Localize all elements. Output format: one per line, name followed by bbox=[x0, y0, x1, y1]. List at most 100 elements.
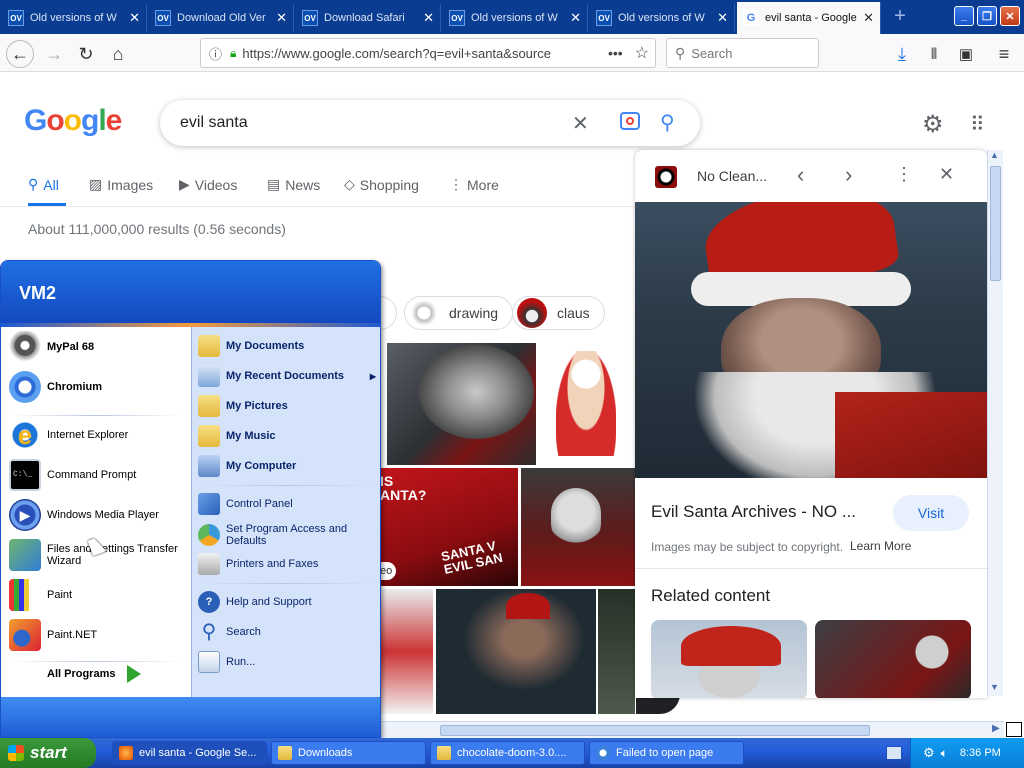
result-image-tile[interactable] bbox=[538, 343, 635, 465]
home-icon[interactable]: ⌂ bbox=[104, 40, 132, 68]
result-image-tile[interactable] bbox=[598, 589, 635, 714]
new-tab-plus-icon[interactable]: + bbox=[890, 6, 910, 28]
browser-tab[interactable]: OV Old versions of W ✕ bbox=[590, 4, 735, 32]
browser-tab-active[interactable]: G evil santa - Google ✕ bbox=[737, 2, 881, 34]
scroll-thumb[interactable] bbox=[440, 725, 870, 736]
learn-more-link[interactable]: Learn More bbox=[850, 539, 911, 553]
visit-button[interactable]: Visit bbox=[893, 495, 969, 531]
start-item-paint[interactable]: Paint bbox=[9, 579, 72, 611]
preview-image[interactable] bbox=[635, 202, 987, 478]
tab-more[interactable]: ⋮ More bbox=[449, 176, 499, 193]
network-icon[interactable]: ⚙ bbox=[923, 745, 935, 761]
tab-videos[interactable]: ▶ Videos bbox=[179, 176, 237, 193]
browser-tab[interactable]: OV Download Old Ver ✕ bbox=[149, 4, 294, 32]
tab-shopping[interactable]: ◇ Shopping bbox=[344, 176, 419, 193]
clear-search-icon[interactable]: ✕ bbox=[572, 111, 589, 136]
start-item-internet-explorer[interactable]: e Internet Explorer bbox=[9, 419, 128, 451]
scroll-up-icon[interactable]: ▲ bbox=[990, 150, 999, 160]
result-title[interactable]: Evil Santa Archives - NO ... bbox=[651, 502, 856, 522]
sidebar-icon[interactable]: ▣ bbox=[952, 40, 980, 68]
result-image-tile[interactable]: IS ANTA? SANTA V EVIL SAN eo bbox=[380, 468, 518, 586]
minimize-icon[interactable]: _ bbox=[954, 6, 974, 26]
start-item-help[interactable]: ? Help and Support bbox=[198, 591, 312, 613]
start-item-program-access[interactable]: Set Program Access and Defaults bbox=[198, 523, 376, 547]
browser-tab[interactable]: OV Old versions of W ✕ bbox=[2, 4, 147, 32]
result-image-tile[interactable] bbox=[521, 468, 635, 586]
maximize-icon[interactable]: ❐ bbox=[977, 6, 997, 26]
tab-images[interactable]: ▨ Images bbox=[89, 176, 153, 193]
address-bar[interactable]: ⓘ 🔒︎ https://www.google.com/search?q=evi… bbox=[200, 38, 656, 68]
close-tab-icon[interactable]: ✕ bbox=[276, 10, 287, 26]
start-item-mypal[interactable]: MyPal 68 bbox=[9, 331, 94, 363]
clock[interactable]: 8:36 PM bbox=[960, 747, 1001, 759]
taskbar-item-downloads[interactable]: Downloads bbox=[271, 741, 426, 765]
more-options-icon[interactable]: ⋮ bbox=[895, 164, 913, 185]
info-icon[interactable]: ⓘ bbox=[209, 44, 222, 63]
start-button[interactable]: start bbox=[0, 738, 96, 768]
related-chip-drawing[interactable]: drawing bbox=[404, 296, 514, 330]
close-tab-icon[interactable]: ✕ bbox=[863, 10, 874, 26]
result-image-tile[interactable] bbox=[436, 589, 596, 714]
reload-icon[interactable]: ↻ bbox=[72, 40, 100, 68]
previous-chevron-icon[interactable]: ‹ bbox=[797, 162, 804, 188]
scroll-down-icon[interactable]: ▼ bbox=[990, 682, 999, 692]
start-item-chromium[interactable]: Chromium bbox=[9, 371, 102, 403]
browser-search-field[interactable]: ⚲ Search bbox=[666, 38, 819, 68]
source-name[interactable]: No Clean... bbox=[697, 168, 767, 184]
download-icon[interactable]: ⤓ bbox=[888, 40, 916, 68]
settings-gear-icon[interactable]: ⚙ bbox=[922, 110, 944, 139]
menu-hamburger-icon[interactable]: ≡ bbox=[990, 40, 1018, 68]
google-logo[interactable]: Google bbox=[24, 104, 122, 138]
close-tab-icon[interactable]: ✕ bbox=[717, 10, 728, 26]
keyboard-icon[interactable] bbox=[886, 746, 902, 760]
url-text[interactable]: https://www.google.com/search?q=evil+san… bbox=[242, 46, 562, 61]
close-tab-icon[interactable]: ✕ bbox=[129, 10, 140, 26]
start-item-my-documents[interactable]: My Documents bbox=[198, 335, 304, 357]
window-close-icon[interactable]: ✕ bbox=[1000, 6, 1020, 26]
start-item-my-recent-documents[interactable]: My Recent Documents ▶ bbox=[198, 365, 376, 387]
next-chevron-icon[interactable]: › bbox=[845, 162, 852, 188]
browser-tab[interactable]: OV Old versions of W ✕ bbox=[443, 4, 588, 32]
close-tab-icon[interactable]: ✕ bbox=[423, 10, 434, 26]
tab-label: News bbox=[285, 176, 321, 193]
back-arrow-icon[interactable]: ← bbox=[6, 40, 34, 68]
result-image-tile[interactable] bbox=[387, 343, 536, 465]
start-item-search[interactable]: ⚲ Search bbox=[198, 621, 261, 643]
all-programs-button[interactable]: All Programs bbox=[47, 665, 142, 683]
start-item-my-music[interactable]: My Music bbox=[198, 425, 276, 447]
start-item-command-prompt[interactable]: C:\_ Command Prompt bbox=[9, 459, 136, 491]
start-item-control-panel[interactable]: Control Panel bbox=[198, 493, 293, 515]
related-chip-claus[interactable]: claus bbox=[512, 296, 605, 330]
browser-tab[interactable]: OV Download Safari ✕ bbox=[296, 4, 441, 32]
google-search-box[interactable]: evil santa ✕ ⚲ bbox=[160, 100, 700, 146]
start-item-printers[interactable]: Printers and Faxes bbox=[198, 553, 318, 575]
close-panel-icon[interactable]: ✕ bbox=[939, 164, 954, 185]
apps-grid-icon[interactable]: ⠿ bbox=[970, 112, 985, 137]
page-actions-icon[interactable]: ••• bbox=[608, 45, 623, 61]
camera-search-icon[interactable] bbox=[620, 112, 640, 130]
taskbar-item-chocolate-doom[interactable]: chocolate-doom-3.0.... bbox=[430, 741, 585, 765]
search-submit-icon[interactable]: ⚲ bbox=[660, 110, 675, 135]
start-item-run[interactable]: Run... bbox=[198, 651, 255, 673]
result-image-tile[interactable] bbox=[380, 589, 433, 714]
forward-arrow-icon[interactable]: → bbox=[40, 40, 68, 68]
start-item-my-computer[interactable]: My Computer bbox=[198, 455, 296, 477]
taskbar-item-failed-page[interactable]: Failed to open page bbox=[589, 741, 744, 765]
related-image-tile[interactable] bbox=[651, 620, 807, 698]
start-item-windows-media-player[interactable]: ▶ Windows Media Player bbox=[9, 499, 159, 531]
scroll-right-icon[interactable]: ▶ bbox=[992, 723, 1000, 734]
library-icon[interactable]: ⫴ bbox=[920, 40, 948, 68]
taskbar-item-browser[interactable]: evil santa - Google Se... bbox=[112, 741, 267, 765]
volume-icon[interactable]: 🔈︎ bbox=[941, 746, 948, 761]
related-content-heading: Related content bbox=[651, 586, 771, 605]
scroll-thumb[interactable] bbox=[990, 166, 1001, 281]
related-image-tile[interactable] bbox=[815, 620, 971, 698]
tab-all[interactable]: ⚲ All bbox=[28, 176, 59, 193]
search-query[interactable]: evil santa bbox=[180, 114, 248, 132]
start-item-paint-net[interactable]: Paint.NET bbox=[9, 619, 97, 651]
panel-scrollbar[interactable]: ▲ ▼ bbox=[987, 150, 1003, 696]
bookmark-star-icon[interactable]: ☆ bbox=[635, 43, 649, 63]
tab-news[interactable]: ▤ News bbox=[267, 176, 320, 193]
start-item-my-pictures[interactable]: My Pictures bbox=[198, 395, 288, 417]
close-tab-icon[interactable]: ✕ bbox=[570, 10, 581, 26]
